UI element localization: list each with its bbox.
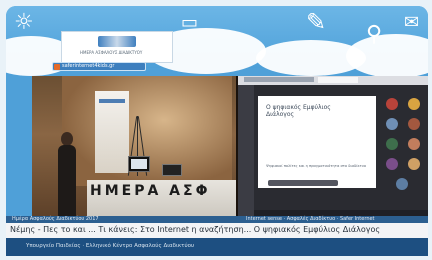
- participant-avatar: [386, 98, 398, 110]
- caption-text: Νέμης - Πες το και ... Τι κάνεις: Στο In…: [10, 225, 381, 234]
- chat-icon: ✉: [404, 12, 420, 33]
- participant-avatar: [408, 118, 420, 130]
- participant-avatar: [408, 158, 420, 170]
- laptop: [128, 156, 150, 172]
- search-icon: ⚲: [366, 22, 383, 47]
- laptop: [162, 164, 182, 176]
- presenter: [56, 132, 78, 222]
- rollup-banner: [95, 91, 129, 173]
- favicon-icon: [54, 64, 60, 70]
- footer-text: Υπουργείο Παιδείας · Ελληνικό Κέντρο Ασφ…: [26, 243, 195, 249]
- screen-share: Ο ψηφιακός Εμφύλιος Διάλογος Ψηφιακοί πο…: [238, 76, 428, 222]
- share-toolbar: [238, 76, 428, 85]
- slide-title: Ο ψηφιακός Εμφύλιος Διάλογος: [266, 104, 331, 118]
- ticker-right: Internet sense · Ασφαλές Διαδίκτυο · Saf…: [246, 216, 375, 222]
- phone-icon: ▭: [181, 12, 199, 33]
- participant-avatar: [396, 178, 408, 190]
- participant-thumbnails: [384, 94, 426, 194]
- participant-avatar: [386, 158, 398, 170]
- site-link-label: saferinternet4kids.gr: [62, 63, 115, 69]
- info-ticker: Ημέρα Ασφαλούς Διαδικτύου 2017 Internet …: [6, 216, 428, 223]
- presentation-slide: Ο ψηφιακός Εμφύλιος Διάλογος Ψηφιακοί πο…: [258, 96, 376, 188]
- slide-body: Ψηφιακοί πολίτες και η πραγματικότητα στ…: [266, 164, 367, 168]
- event-logo: ΗΜΕΡΑ ΑΣΦΑΛΟΥΣ ΔΙΑΔΙΚΤΥΟΥ: [61, 31, 173, 63]
- participant-avatar: [408, 138, 420, 150]
- footer-bar: Υπουργείο Παιδείας · Ελληνικό Κέντρο Ασφ…: [6, 238, 428, 256]
- site-link[interactable]: saferinternet4kids.gr: [52, 62, 146, 71]
- slide-navigation: [268, 180, 338, 186]
- participant-avatar: [408, 98, 420, 110]
- video-player[interactable]: ΗΜΕΡΑ ΑΣΦ Ο ψηφιακός Εμφύλιος Διάλογος Ψ…: [32, 76, 428, 222]
- caption-bar: Νέμης - Πες το και ... Τι κάνεις: Στο In…: [6, 223, 428, 238]
- participant-avatar: [386, 118, 398, 130]
- camera-feed: ΗΜΕΡΑ ΑΣΦ: [32, 76, 236, 222]
- ticker-left: Ημέρα Ασφαλούς Διαδικτύου 2017: [12, 216, 99, 222]
- logo-text: ΗΜΕΡΑ ΑΣΦΑΛΟΥΣ ΔΙΑΔΙΚΤΥΟΥ: [80, 50, 143, 55]
- site-banner: ☼ ▭ ✎ ⚲ ✉ ΗΜΕΡΑ ΑΣΦΑΛΟΥΣ ΔΙΑΔΙΚΤΥΟΥ: [6, 6, 428, 78]
- desk-sign: ΗΜΕΡΑ ΑΣΦ: [90, 183, 211, 199]
- cloud-decoration: [346, 34, 428, 78]
- share-sidebar: [238, 85, 254, 222]
- media-frame: ☼ ▭ ✎ ⚲ ✉ ΗΜΕΡΑ ΑΣΦΑΛΟΥΣ ΔΙΑΔΙΚΤΥΟΥ safe…: [6, 6, 428, 256]
- pencil-icon: ✎: [306, 8, 327, 36]
- logo-mark: [98, 36, 136, 47]
- bulb-icon: ☼: [14, 10, 34, 35]
- participant-avatar: [386, 138, 398, 150]
